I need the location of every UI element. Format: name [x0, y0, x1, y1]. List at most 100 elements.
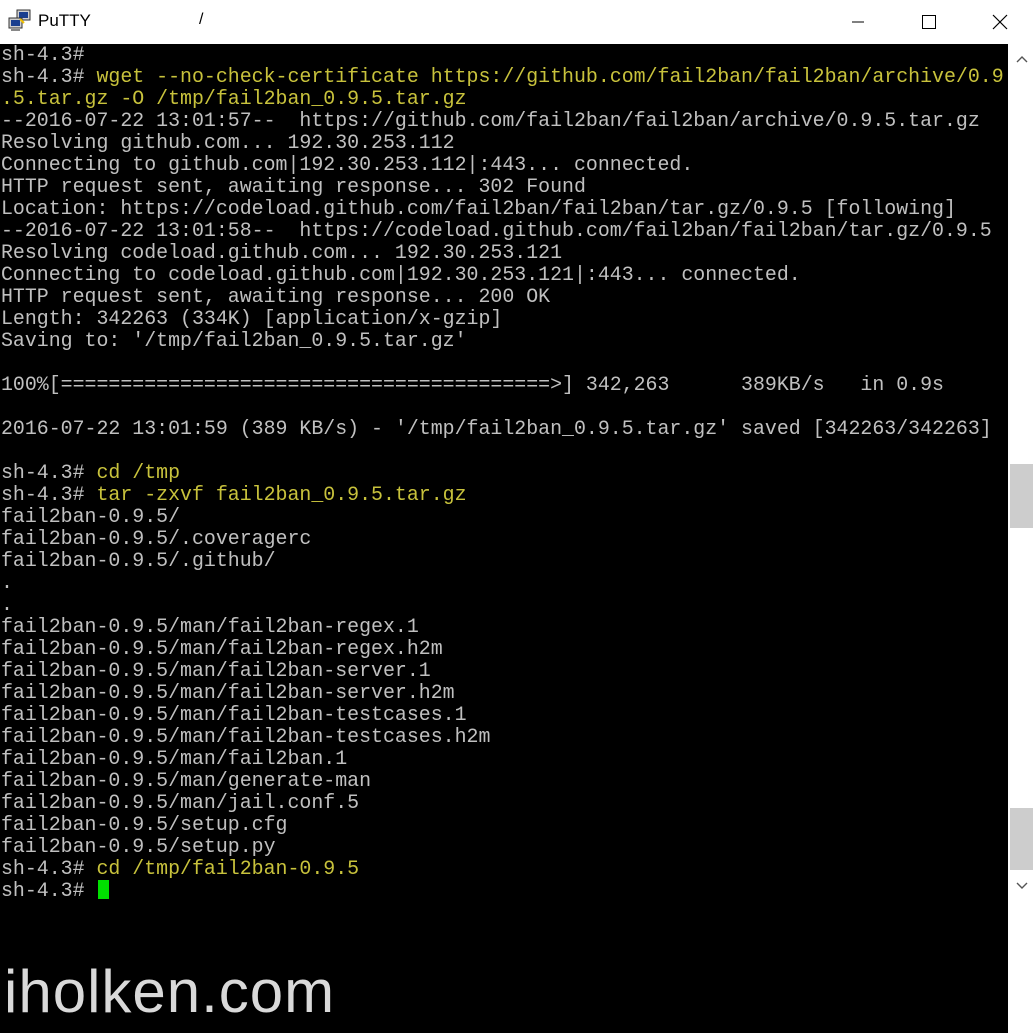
terminal-line: sh-4.3# wget --no-check-certificate http… — [1, 66, 1004, 88]
shell-prompt: sh-4.3# — [1, 44, 85, 66]
typed-command: tar -zxvf fail2ban_0.9.5.tar.gz — [96, 483, 467, 506]
shell-prompt: sh-4.3# — [1, 857, 97, 880]
title-bar[interactable]: PuTTY / — [0, 0, 1035, 44]
command-output: HTTP request sent, awaiting response... … — [1, 175, 586, 198]
terminal-line: Resolving codeload.github.com... 192.30.… — [1, 242, 1004, 264]
shell-prompt: sh-4.3# — [1, 879, 97, 902]
terminal-line: fail2ban-0.9.5/man/fail2ban.1 — [1, 748, 1004, 770]
terminal-line: sh-4.3# cd /tmp/fail2ban-0.9.5 — [1, 858, 1004, 880]
window-title: PuTTY — [38, 11, 91, 30]
terminal-line: 2016-07-22 13:01:59 (389 KB/s) - '/tmp/f… — [1, 418, 1004, 440]
terminal-line: Connecting to codeload.github.com|192.30… — [1, 264, 1004, 286]
command-output: fail2ban-0.9.5/man/fail2ban.1 — [1, 747, 348, 770]
terminal-line: fail2ban-0.9.5/man/fail2ban-testcases.h2… — [1, 726, 1004, 748]
shell-prompt: sh-4.3# — [1, 65, 97, 88]
shell-prompt: sh-4.3# — [1, 461, 97, 484]
maximize-icon — [922, 15, 936, 29]
minimize-icon — [852, 21, 864, 23]
terminal-line: Saving to: '/tmp/fail2ban_0.9.5.tar.gz' — [1, 330, 1004, 352]
command-output: fail2ban-0.9.5/man/fail2ban-server.h2m — [1, 681, 455, 704]
terminal-line: Resolving github.com... 192.30.253.112 — [1, 132, 1004, 154]
terminal-line: HTTP request sent, awaiting response... … — [1, 286, 1004, 308]
typed-command: wget --no-check-certificate https://gith… — [96, 65, 1004, 88]
command-output: fail2ban-0.9.5/setup.py — [1, 835, 276, 858]
terminal-line: 100%[===================================… — [1, 374, 1004, 396]
typed-command: cd /tmp — [96, 461, 181, 484]
command-output: Connecting to github.com|192.30.253.112|… — [1, 153, 694, 176]
typed-command: .5.tar.gz -O /tmp/fail2ban_0.9.5.tar.gz — [1, 87, 467, 110]
command-output: Resolving codeload.github.com... 192.30.… — [1, 241, 563, 264]
command-output: 2016-07-22 13:01:59 (389 KB/s) - '/tmp/f… — [1, 417, 992, 440]
command-output: fail2ban-0.9.5/man/fail2ban-testcases.h2… — [1, 725, 491, 748]
scroll-down-button[interactable] — [1008, 871, 1035, 901]
terminal-line: sh-4.3# tar -zxvf fail2ban_0.9.5.tar.gz — [1, 484, 1004, 506]
terminal-line: fail2ban-0.9.5/man/generate-man — [1, 770, 1004, 792]
terminal-line: Length: 342263 (334K) [application/x-gzi… — [1, 308, 1004, 330]
command-output: Length: 342263 (334K) [application/x-gzi… — [1, 307, 503, 330]
terminal-line: fail2ban-0.9.5/man/fail2ban-testcases.1 — [1, 704, 1004, 726]
command-output: HTTP request sent, awaiting response... … — [1, 285, 551, 308]
scroll-down-arrow-icon — [1016, 882, 1027, 889]
terminal-line: sh-4.3# — [1, 44, 1004, 66]
scroll-up-arrow-icon — [1016, 56, 1027, 63]
terminal-line: --2016-07-22 13:01:57-- https://github.c… — [1, 110, 1004, 132]
terminal-line: .5.tar.gz -O /tmp/fail2ban_0.9.5.tar.gz — [1, 88, 1004, 110]
putty-app-icon — [8, 9, 31, 31]
command-output: 100%[===================================… — [1, 373, 944, 396]
terminal-line: Connecting to github.com|192.30.253.112|… — [1, 154, 1004, 176]
command-output: fail2ban-0.9.5/man/jail.conf.5 — [1, 791, 360, 814]
terminal-line: fail2ban-0.9.5/ — [1, 506, 1004, 528]
terminal-line: fail2ban-0.9.5/setup.py — [1, 836, 1004, 858]
terminal-line: HTTP request sent, awaiting response... … — [1, 176, 1004, 198]
command-output: --2016-07-22 13:01:58-- https://codeload… — [1, 219, 992, 242]
close-icon — [992, 14, 1008, 30]
scrollbar-thumb-lower[interactable] — [1010, 808, 1033, 870]
command-output: fail2ban-0.9.5/ — [1, 505, 181, 528]
command-output: fail2ban-0.9.5/man/fail2ban-server.1 — [1, 659, 431, 682]
command-output: fail2ban-0.9.5/man/fail2ban-regex.1 — [1, 615, 419, 638]
title-mark: / — [199, 11, 204, 28]
command-output: . — [1, 571, 13, 594]
terminal-line: fail2ban-0.9.5/man/fail2ban-regex.1 — [1, 616, 1004, 638]
scroll-up-button[interactable] — [1008, 44, 1035, 74]
maximize-button[interactable] — [894, 0, 964, 44]
command-output: Location: https://codeload.github.com/fa… — [1, 197, 956, 220]
terminal-output: sh-4.3# sh-4.3# wget --no-check-certifica… — [1, 44, 1004, 902]
command-output: fail2ban-0.9.5/man/generate-man — [1, 769, 372, 792]
terminal-line: fail2ban-0.9.5/man/jail.conf.5 — [1, 792, 1004, 814]
terminal-line: . — [1, 594, 1004, 616]
terminal-line: . — [1, 572, 1004, 594]
shell-prompt: sh-4.3# — [1, 483, 97, 506]
terminal-line: --2016-07-22 13:01:58-- https://codeload… — [1, 220, 1004, 242]
typed-command: cd /tmp/fail2ban-0.9.5 — [96, 857, 360, 880]
text-cursor — [97, 880, 109, 899]
command-output: Saving to: '/tmp/fail2ban_0.9.5.tar.gz' — [1, 329, 467, 352]
command-output: fail2ban-0.9.5/man/fail2ban-regex.h2m — [1, 637, 443, 660]
terminal-line-active[interactable]: sh-4.3# — [1, 880, 1004, 902]
command-output: Resolving github.com... 192.30.253.112 — [1, 131, 455, 154]
command-output: . — [1, 593, 13, 616]
terminal-line: fail2ban-0.9.5/setup.cfg — [1, 814, 1004, 836]
vertical-scrollbar[interactable] — [1008, 44, 1035, 1033]
terminal-line: fail2ban-0.9.5/.coveragerc — [1, 528, 1004, 550]
command-output: Connecting to codeload.github.com|192.30… — [1, 263, 801, 286]
watermark-logo: iholken.com — [4, 958, 336, 1025]
terminal-line: sh-4.3# cd /tmp — [1, 462, 1004, 484]
terminal-area[interactable]: sh-4.3# sh-4.3# wget --no-check-certifica… — [0, 44, 1008, 1033]
minimize-button[interactable] — [823, 0, 893, 44]
scrollbar-thumb[interactable] — [1010, 464, 1033, 528]
terminal-line: fail2ban-0.9.5/.github/ — [1, 550, 1004, 572]
terminal-line: fail2ban-0.9.5/man/fail2ban-server.1 — [1, 660, 1004, 682]
command-output: fail2ban-0.9.5/.github/ — [1, 549, 276, 572]
command-output: --2016-07-22 13:01:57-- https://github.c… — [1, 109, 980, 132]
terminal-line: fail2ban-0.9.5/man/fail2ban-server.h2m — [1, 682, 1004, 704]
command-output: fail2ban-0.9.5/setup.cfg — [1, 813, 288, 836]
command-output: fail2ban-0.9.5/.coveragerc — [1, 527, 312, 550]
terminal-line: Location: https://codeload.github.com/fa… — [1, 198, 1004, 220]
close-button[interactable] — [965, 0, 1035, 44]
terminal-line: fail2ban-0.9.5/man/fail2ban-regex.h2m — [1, 638, 1004, 660]
command-output: fail2ban-0.9.5/man/fail2ban-testcases.1 — [1, 703, 467, 726]
